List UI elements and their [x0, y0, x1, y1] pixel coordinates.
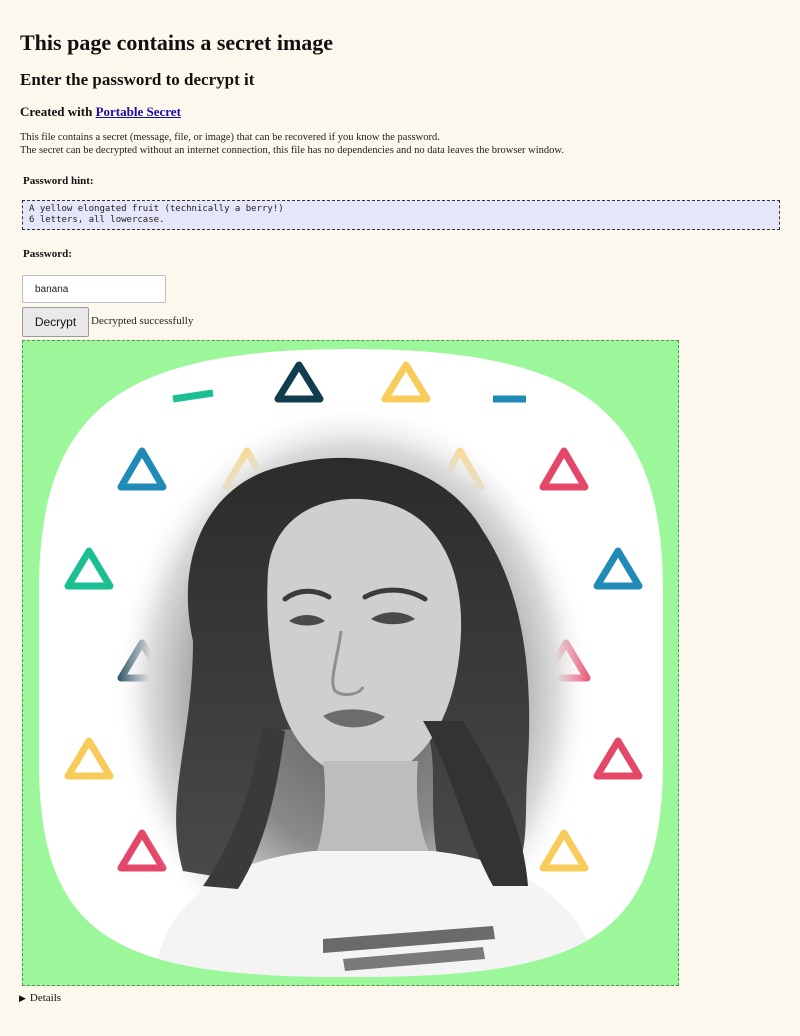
- password-hint-label: Password hint:: [23, 175, 94, 187]
- decrypted-image-frame: [22, 340, 679, 986]
- decrypt-status: Decrypted successfully: [91, 315, 194, 327]
- created-with: Created with Portable Secret: [20, 104, 181, 120]
- password-hint-box: A yellow elongated fruit (technically a …: [22, 200, 780, 230]
- page: This page contains a secret image Enter …: [0, 0, 800, 1036]
- page-title: This page contains a secret image: [20, 30, 334, 55]
- password-hint-line-1: A yellow elongated fruit (technically a …: [29, 204, 284, 214]
- details-toggle[interactable]: ▶ Details: [19, 992, 61, 1004]
- created-with-prefix: Created with: [20, 104, 96, 119]
- password-hint-line-2: 6 letters, all lowercase.: [29, 215, 165, 225]
- description: This file contains a secret (message, fi…: [20, 131, 564, 157]
- triangle-right-icon: ▶: [19, 993, 26, 1003]
- decrypted-image: [39, 349, 663, 977]
- decrypt-button[interactable]: Decrypt: [22, 307, 89, 337]
- page-subtitle: Enter the password to decrypt it: [20, 70, 255, 89]
- portable-secret-link[interactable]: Portable Secret: [96, 104, 181, 119]
- description-line-1: This file contains a secret (message, fi…: [20, 132, 440, 143]
- details-label: Details: [29, 992, 62, 1004]
- password-input[interactable]: [22, 275, 166, 303]
- description-line-2: The secret can be decrypted without an i…: [20, 145, 564, 156]
- password-label: Password:: [23, 248, 72, 260]
